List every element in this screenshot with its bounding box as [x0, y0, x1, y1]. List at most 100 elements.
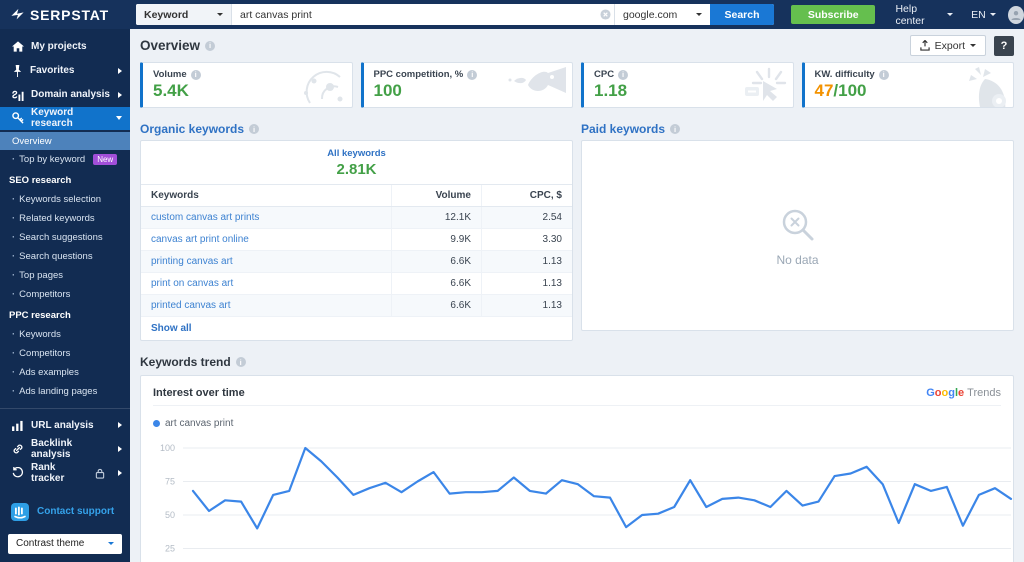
target-decoration-icon	[955, 67, 1007, 108]
keyword-research-submenu: Overview Top by keyword New SEO research…	[0, 132, 130, 401]
info-icon[interactable]: i	[249, 124, 259, 134]
sidebar-section-seo-research: SEO research	[0, 170, 130, 190]
column-header-volume[interactable]: Volume	[391, 185, 482, 207]
sidebar-item-keywords-selection[interactable]: Keywords selection	[0, 190, 130, 209]
serpstat-logo[interactable]: SERPSTAT	[0, 7, 132, 23]
sidebar-item-ads-examples[interactable]: Ads examples	[0, 363, 130, 382]
info-icon[interactable]: i	[618, 70, 628, 80]
clear-search-icon[interactable]	[596, 4, 614, 25]
history-icon	[12, 467, 24, 479]
subscribe-button[interactable]: Subscribe	[791, 5, 875, 24]
all-keywords-summary: All keywords 2.81K	[141, 141, 572, 184]
google-trends-logo: GoogleTrends	[926, 387, 1001, 399]
info-icon[interactable]: i	[236, 357, 246, 367]
help-button[interactable]: ?	[994, 36, 1014, 56]
chevron-right-icon	[118, 446, 122, 452]
paid-keywords-title: Paid keywords i	[581, 118, 1014, 140]
key-icon	[12, 112, 24, 124]
info-icon[interactable]: i	[205, 41, 215, 51]
home-icon	[12, 41, 24, 52]
sidebar-item-top-by-keyword[interactable]: Top by keyword New	[0, 150, 130, 169]
chevron-down-icon	[970, 44, 976, 47]
organic-keywords-title: Organic keywords i	[140, 118, 573, 140]
chevron-down-icon	[108, 542, 114, 545]
sidebar-item-ads-landing-pages[interactable]: Ads landing pages	[0, 382, 130, 401]
svg-text:50: 50	[165, 510, 175, 520]
show-all-link[interactable]: Show all	[141, 317, 572, 340]
lock-icon	[95, 468, 105, 479]
sidebar-item-related-keywords[interactable]: Related keywords	[0, 209, 130, 228]
search-engine-value: google.com	[623, 9, 677, 21]
trend-line-chart: 100755025	[153, 440, 1023, 562]
export-icon	[920, 40, 930, 51]
sidebar-section-ppc-research: PPC research	[0, 305, 130, 325]
search-engine-dropdown[interactable]: google.com	[614, 4, 710, 25]
keyword-link[interactable]: print on canvas art	[141, 273, 391, 295]
sidebar-item-rank-tracker[interactable]: Rank tracker	[0, 461, 130, 485]
sidebar-item-domain-analysis[interactable]: Domain analysis	[0, 83, 130, 107]
keyword-link[interactable]: printed canvas art	[141, 295, 391, 317]
link-icon	[12, 443, 24, 455]
search-type-value: Keyword	[144, 9, 188, 21]
domain-chart-icon	[12, 89, 24, 101]
new-badge: New	[93, 154, 117, 165]
sidebar: My projects Favorites Domain analysis Ke…	[0, 29, 130, 562]
orbit-decoration-icon	[300, 67, 346, 107]
main-content: Overview i Export ? Volumei 5.4K PPC com…	[130, 29, 1024, 562]
keywords-trend-title: Keywords trend i	[140, 351, 1014, 373]
info-icon[interactable]: i	[467, 70, 477, 80]
export-button[interactable]: Export	[910, 35, 986, 56]
fish-decoration-icon	[508, 67, 566, 107]
search-type-dropdown[interactable]: Keyword	[136, 4, 232, 25]
keywords-trend-panel: Interest over time GoogleTrends art canv…	[140, 375, 1014, 562]
serpstat-logo-icon	[10, 8, 25, 22]
info-icon[interactable]: i	[191, 70, 201, 80]
page-header: Overview i Export ?	[140, 29, 1014, 62]
search-button[interactable]: Search	[710, 4, 774, 25]
chevron-right-icon	[118, 92, 122, 98]
logo-text: SERPSTAT	[30, 7, 109, 23]
column-header-keywords[interactable]: Keywords	[141, 185, 391, 207]
sidebar-item-competitors-ppc[interactable]: Competitors	[0, 344, 130, 363]
column-header-cpc[interactable]: CPC, $	[482, 185, 573, 207]
info-icon[interactable]: i	[670, 124, 680, 134]
svg-text:25: 25	[165, 544, 175, 554]
help-center-menu[interactable]: Help center	[895, 3, 953, 27]
sidebar-item-keyword-research[interactable]: Keyword research	[0, 107, 130, 131]
all-keywords-label[interactable]: All keywords	[141, 148, 572, 159]
language-menu[interactable]: EN	[971, 9, 996, 21]
sidebar-item-overview[interactable]: Overview	[0, 132, 130, 150]
bars-icon	[12, 420, 24, 431]
sidebar-item-keywords-ppc[interactable]: Keywords	[0, 325, 130, 344]
table-row: custom canvas art prints 12.1K 2.54	[141, 207, 572, 229]
sidebar-item-search-questions[interactable]: Search questions	[0, 247, 130, 266]
sidebar-item-favorites[interactable]: Favorites	[0, 59, 130, 83]
table-row: canvas art print online 9.9K 3.30	[141, 229, 572, 251]
keyword-link[interactable]: canvas art print online	[141, 229, 391, 251]
sidebar-item-top-pages[interactable]: Top pages	[0, 266, 130, 285]
chevron-right-icon	[118, 68, 122, 74]
contrast-theme-select[interactable]: Contrast theme	[8, 534, 122, 554]
table-row: printed canvas art 6.6K 1.13	[141, 295, 572, 317]
search-bar: Keyword google.com Search	[136, 4, 774, 25]
stat-card-volume: Volumei 5.4K	[140, 62, 353, 108]
sidebar-item-url-analysis[interactable]: URL analysis	[0, 413, 130, 437]
keyword-link[interactable]: custom canvas art prints	[141, 207, 391, 229]
keyword-link[interactable]: printing canvas art	[141, 251, 391, 273]
info-icon[interactable]: i	[879, 70, 889, 80]
sidebar-item-my-projects[interactable]: My projects	[0, 35, 130, 59]
user-icon	[1010, 9, 1022, 21]
chevron-down-icon	[217, 13, 223, 16]
sidebar-item-competitors-seo[interactable]: Competitors	[0, 285, 130, 304]
stat-card-kw-difficulty: KW. difficultyi 47/100	[802, 62, 1015, 108]
sidebar-item-search-suggestions[interactable]: Search suggestions	[0, 228, 130, 247]
paid-keywords-section: Paid keywords i No data	[581, 118, 1014, 341]
contact-support-link[interactable]: Contact support	[0, 497, 130, 526]
support-chat-icon	[10, 502, 30, 522]
paid-keywords-panel: No data	[581, 140, 1014, 331]
help-center-label: Help center	[895, 3, 943, 27]
search-input[interactable]	[232, 4, 596, 25]
avatar[interactable]	[1008, 6, 1024, 24]
chevron-down-icon	[696, 13, 702, 16]
sidebar-item-backlink-analysis[interactable]: Backlink analysis	[0, 437, 130, 461]
